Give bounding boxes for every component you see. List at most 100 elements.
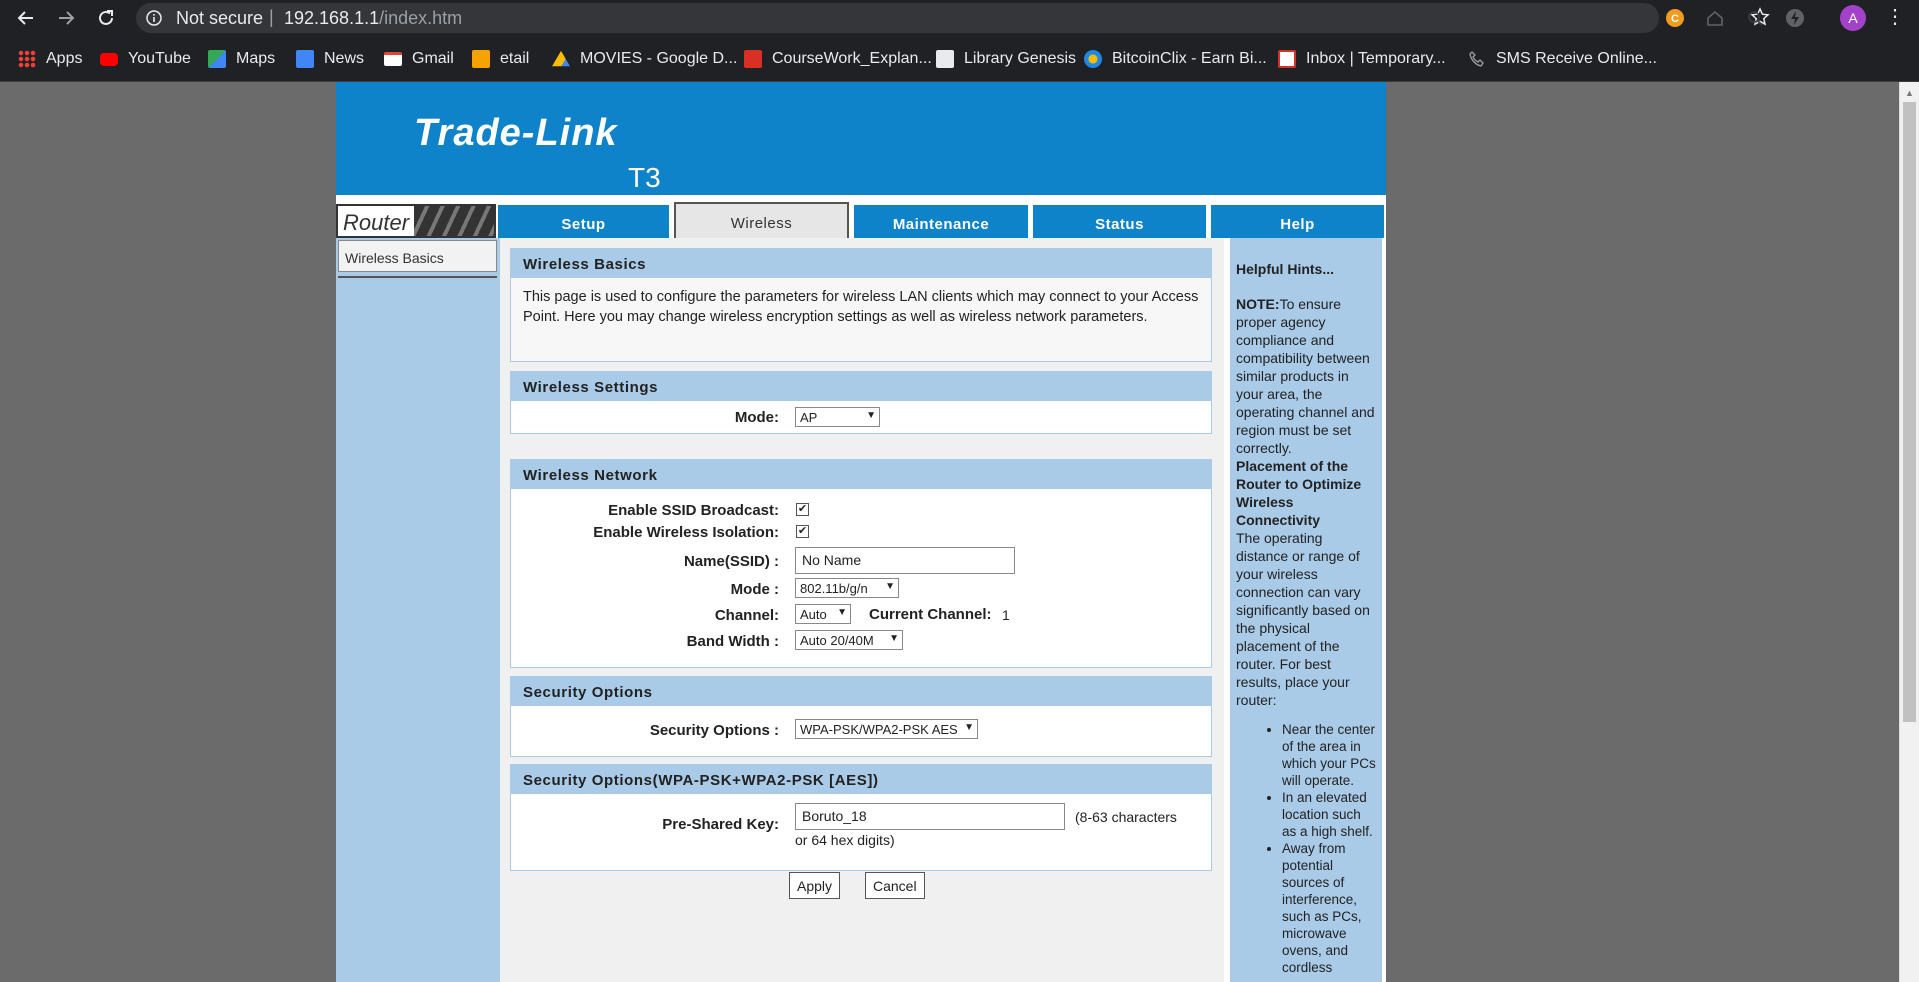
address-bar[interactable]: Not secure | 192.168.1.1/index.htm xyxy=(136,3,1770,33)
placement-text: The operating distance or range of your … xyxy=(1236,530,1370,708)
section-body: Enable SSID Broadcast: ✔ Enable Wireless… xyxy=(511,489,1211,667)
bookmark-label: Inbox | Temporary... xyxy=(1306,50,1446,67)
url-text[interactable]: 192.168.1.1/index.htm xyxy=(284,8,462,29)
ssid-name-input[interactable]: No Name xyxy=(795,547,1015,574)
forward-arrow-icon[interactable] xyxy=(52,4,80,32)
security-options-select[interactable]: WPA-PSK/WPA2-PSK AES xyxy=(795,719,978,739)
bookmarks-bar: Apps YouTube Maps News Gmail etail MOVIE… xyxy=(0,36,1919,82)
bookmark-label: News xyxy=(324,50,365,67)
svg-text:C: C xyxy=(1671,13,1679,25)
tab-wireless[interactable]: Wireless xyxy=(674,202,849,238)
scroll-thumb[interactable] xyxy=(1903,102,1916,722)
apply-button[interactable]: Apply xyxy=(789,872,841,899)
ap-mode-select[interactable]: AP xyxy=(795,407,880,427)
youtube-icon xyxy=(100,52,118,66)
bookmark-bitcoinclix[interactable]: BitcoinClix - Earn Bi... xyxy=(1084,48,1267,70)
tab-status[interactable]: Status xyxy=(1033,205,1206,238)
library-icon xyxy=(936,50,954,68)
psk-hint-line2: or 64 hex digits) xyxy=(795,832,895,848)
router-logo-text: Router xyxy=(343,210,410,235)
bookmark-label: etail xyxy=(500,50,530,67)
router-logo: Router xyxy=(336,204,496,238)
hints-note: NOTE:To ensure proper agency compliance … xyxy=(1236,295,1376,457)
bookmark-inbox[interactable]: Inbox | Temporary... xyxy=(1278,48,1446,70)
bookmark-label: SMS Receive Online... xyxy=(1496,50,1657,67)
bookmark-label: Library Genesis xyxy=(964,50,1077,67)
bookmark-label: Maps xyxy=(236,50,276,67)
bookmark-youtube[interactable]: YouTube xyxy=(100,48,191,70)
back-arrow-icon[interactable] xyxy=(12,4,40,32)
section-wireless-settings: Wireless Settings Mode: AP xyxy=(510,371,1212,434)
bookmark-label: BitcoinClix - Earn Bi... xyxy=(1112,50,1267,67)
maps-icon xyxy=(208,50,226,68)
current-channel-value: 1 xyxy=(1002,607,1010,623)
page-scrollbar[interactable]: ▲ xyxy=(1899,82,1919,982)
security-options-label: Security Options : xyxy=(649,722,779,739)
omnibox-divider: | xyxy=(269,7,274,27)
channel-select[interactable]: Auto xyxy=(795,604,851,624)
security-label[interactable]: Not secure xyxy=(176,8,263,29)
psk-label: Pre-Shared Key: xyxy=(662,816,779,833)
bookmark-sms-receive[interactable]: SMS Receive Online... xyxy=(1468,48,1657,70)
bandwidth-select[interactable]: Auto 20/40M xyxy=(795,630,903,650)
wireless-mode-select[interactable]: 802.11b/g/n xyxy=(795,578,899,598)
browser-menu-icon[interactable]: ⋮ xyxy=(1885,5,1905,29)
coin-extension-icon[interactable]: C xyxy=(1664,7,1686,29)
bookmark-coursework[interactable]: CourseWork_Explan... xyxy=(744,48,932,70)
lightning-extension-icon[interactable] xyxy=(1784,7,1806,29)
ssid-name-label: Name(SSID) : xyxy=(683,553,779,570)
tab-help[interactable]: Help xyxy=(1211,205,1384,238)
bookmark-apps[interactable]: Apps xyxy=(18,48,82,70)
ssid-broadcast-checkbox[interactable]: ✔ xyxy=(796,503,809,516)
psk-input[interactable]: Boruto_18 xyxy=(795,803,1065,830)
list-item: In an elevated location such as a high s… xyxy=(1282,789,1376,840)
bookmark-library-genesis[interactable]: Library Genesis xyxy=(936,48,1076,70)
profile-avatar[interactable]: A xyxy=(1840,5,1866,31)
left-nav: Wireless Basics xyxy=(336,238,500,982)
wireless-isolation-checkbox[interactable]: ✔ xyxy=(796,525,809,538)
nav-divider xyxy=(338,276,497,278)
bookmark-maps[interactable]: Maps xyxy=(208,48,275,70)
url-path: /index.htm xyxy=(379,8,463,28)
hints-content: Helpful Hints... NOTE:To ensure proper a… xyxy=(1230,238,1382,982)
section-title: Wireless Basics xyxy=(511,249,1211,278)
psk-hint-line1: (8-63 characters xyxy=(1075,809,1177,825)
info-icon[interactable] xyxy=(146,10,162,31)
section-wpa-settings: Security Options(WPA-PSK+WPA2-PSK [AES])… xyxy=(510,764,1212,871)
bookmark-gmail[interactable]: Gmail xyxy=(384,48,454,70)
inbox-icon xyxy=(1278,50,1296,68)
scroll-up-arrow-icon[interactable]: ▲ xyxy=(1905,88,1914,98)
google-drive-icon xyxy=(552,50,570,67)
nav-wireless-basics[interactable]: Wireless Basics xyxy=(338,240,497,272)
bookmark-news[interactable]: News xyxy=(296,48,364,70)
bookmark-label: YouTube xyxy=(128,50,191,67)
cancel-button[interactable]: Cancel xyxy=(865,872,925,899)
search-extension-icon[interactable] xyxy=(1744,7,1766,29)
home-extension-icon[interactable] xyxy=(1704,7,1726,29)
etail-icon xyxy=(472,50,490,68)
tab-maintenance[interactable]: Maintenance xyxy=(854,205,1028,238)
bookmark-label: CourseWork_Explan... xyxy=(772,50,932,67)
tab-setup[interactable]: Setup xyxy=(498,205,669,238)
page-description: This page is used to configure the param… xyxy=(511,278,1211,336)
list-item: Near the center of the area in which you… xyxy=(1282,721,1376,789)
placement-list: Near the center of the area in which you… xyxy=(1282,721,1376,976)
note-text: To ensure proper agency compliance and c… xyxy=(1236,296,1375,456)
browser-toolbar: Not secure | 192.168.1.1/index.htm C A ⋮ xyxy=(0,0,1919,36)
channel-label: Channel: xyxy=(714,607,779,624)
router-banner: Trade-Link T3 xyxy=(336,82,1386,195)
router-logo-stripes xyxy=(414,206,494,236)
bookmark-movies-drive[interactable]: MOVIES - Google D... xyxy=(552,48,737,70)
bookmark-label: Apps xyxy=(46,50,83,67)
section-body: Security Options : WPA-PSK/WPA2-PSK AES xyxy=(511,706,1211,756)
bookmark-etail[interactable]: etail xyxy=(472,48,529,70)
phone-icon xyxy=(1468,50,1486,68)
reload-icon[interactable] xyxy=(92,4,120,32)
main-content: Wireless Basics This page is used to con… xyxy=(500,238,1224,982)
section-wireless-network: Wireless Network Enable SSID Broadcast: … xyxy=(510,459,1212,668)
placement-title: Placement of the Router to Optimize Wire… xyxy=(1236,458,1362,528)
bookmark-label: MOVIES - Google D... xyxy=(580,50,738,67)
section-title: Wireless Network xyxy=(511,460,1211,489)
current-channel-label: Current Channel: xyxy=(869,606,992,623)
note-label: NOTE: xyxy=(1236,296,1280,312)
